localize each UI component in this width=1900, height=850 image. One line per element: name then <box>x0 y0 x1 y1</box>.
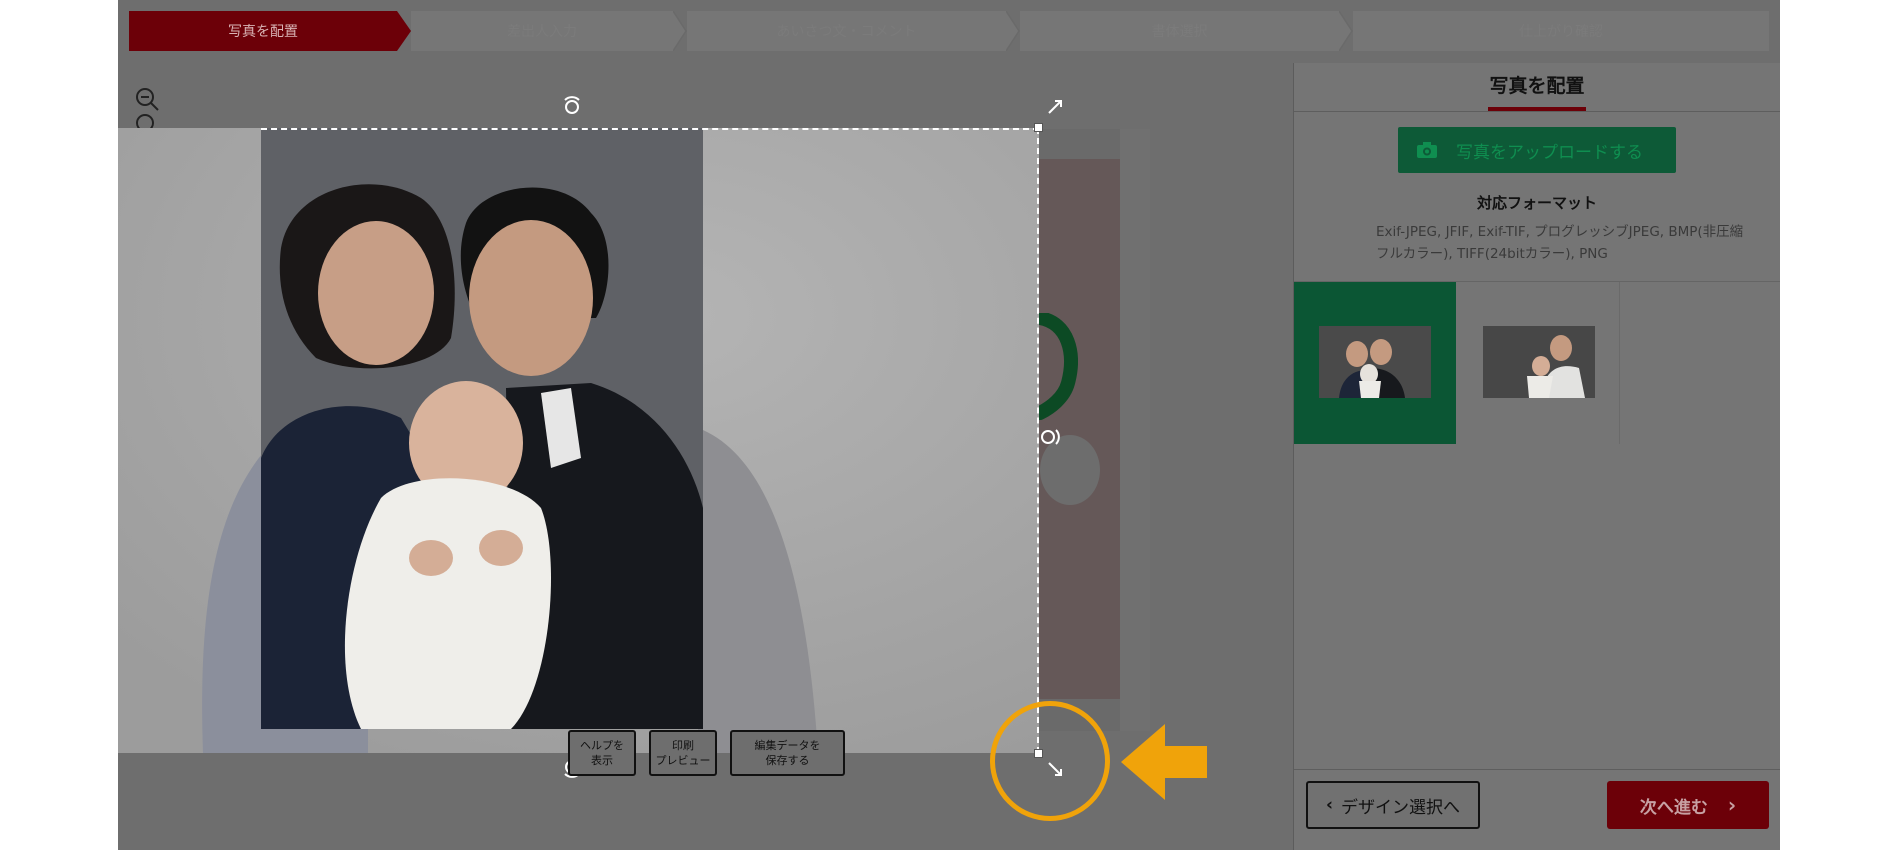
upload-photo-label: 写真をアップロードする <box>1456 142 1643 163</box>
help-button[interactable]: ヘルプを 表示 <box>568 730 636 776</box>
supported-formats-text: Exif-JPEG, JFIF, Exif-TIF, プログレッシブJPEG, … <box>1376 224 1744 262</box>
photo-thumbnail-selected[interactable] <box>1294 282 1456 444</box>
upload-photo-button[interactable]: 写真をアップロードする <box>1398 127 1676 173</box>
rotate-icon[interactable] <box>1040 426 1062 448</box>
photo-thumbnail[interactable] <box>1483 326 1595 398</box>
step-place-photo[interactable]: 写真を配置 <box>129 11 397 51</box>
divider <box>1294 769 1780 770</box>
supported-formats-title: 対応フォーマット <box>1476 194 1597 212</box>
back-to-design-button[interactable]: ‹ デザイン選択へ <box>1306 781 1480 829</box>
chevron-right-icon: › <box>1727 793 1737 817</box>
highlight-circle <box>990 701 1110 821</box>
back-button-label: デザイン選択へ <box>1341 797 1460 818</box>
resize-handle-top-right[interactable] <box>1034 123 1043 132</box>
save-data-button[interactable]: 編集データを 保存する <box>730 730 845 776</box>
step-label: 書体選択 <box>1151 24 1208 40</box>
step-label: 写真を配置 <box>228 24 298 40</box>
chevron-left-icon: ‹ <box>1325 795 1333 815</box>
photo-selection-frame[interactable] <box>261 128 1039 753</box>
divider <box>1294 111 1780 112</box>
thumbnail-image <box>1319 326 1431 398</box>
next-button-label: 次へ進む <box>1639 797 1708 818</box>
step-chevron-icon <box>673 11 687 51</box>
step-chevron-icon <box>1006 11 1020 51</box>
rotate-icon[interactable] <box>561 95 583 117</box>
step-chevron-icon <box>1339 11 1353 51</box>
zoom-out-icon[interactable] <box>134 86 160 112</box>
next-step-button[interactable]: 次へ進む › <box>1607 781 1769 829</box>
step-label: 差出人入力 <box>507 24 577 40</box>
arrow-left-icon <box>1121 724 1207 800</box>
panel-title: 写真を配置 <box>1489 75 1585 97</box>
wreath-decoration <box>1038 313 1078 420</box>
step-label: 仕上がり確認 <box>1519 24 1603 40</box>
step-progress-bar: 写真を配置 差出人入力 あいさつ文・コメント 書体選択 仕上がり確認 <box>129 11 1769 51</box>
resize-icon[interactable] <box>1046 98 1064 116</box>
photo-panel: 写真を配置 写真をアップロードする 対応フォーマット Exif-JPEG, JF… <box>1294 63 1780 850</box>
step-font[interactable]: 書体選択 <box>1020 11 1339 51</box>
card-edge <box>1120 129 1150 731</box>
step-label: あいさつ文・コメント <box>776 24 917 40</box>
editor-app: 写真を配置 差出人入力 あいさつ文・コメント 書体選択 仕上がり確認 ヘルプを … <box>118 0 1780 850</box>
step-chevron-icon <box>397 11 411 51</box>
step-confirm[interactable]: 仕上がり確認 <box>1353 11 1769 51</box>
step-sender[interactable]: 差出人入力 <box>411 11 673 51</box>
camera-icon <box>1417 142 1437 158</box>
print-preview-button[interactable]: 印刷 プレビュー <box>649 730 717 776</box>
divider <box>1619 282 1620 444</box>
step-greeting[interactable]: あいさつ文・コメント <box>687 11 1006 51</box>
